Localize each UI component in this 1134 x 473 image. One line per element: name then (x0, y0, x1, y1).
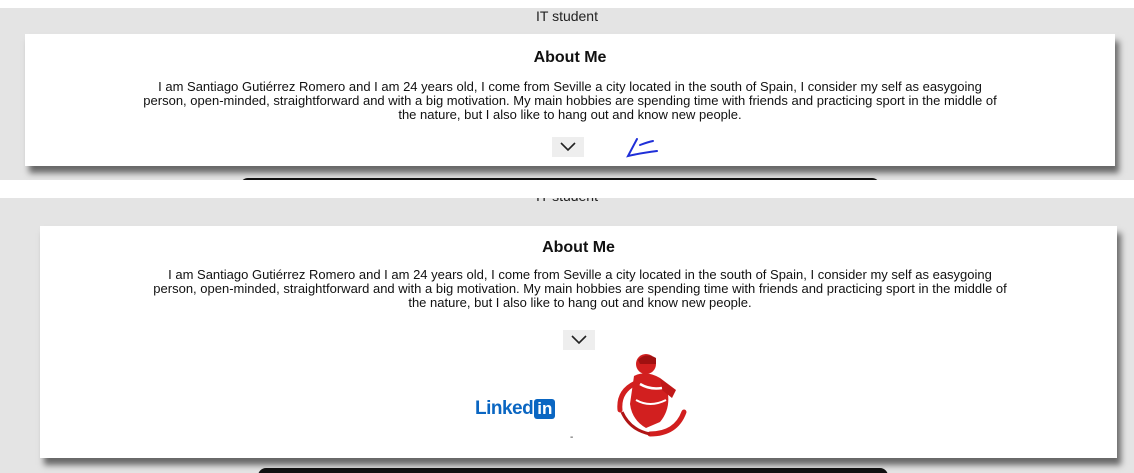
chevron-down-icon (560, 142, 576, 152)
next-section-edge (240, 178, 880, 180)
about-title: About Me (542, 239, 615, 256)
pen-scribble-icon (626, 138, 658, 158)
about-card: About Me I am Santiago Gutiérrez Romero … (40, 226, 1117, 458)
profile-subtitle: IT student (535, 8, 598, 24)
next-section-edge (258, 468, 888, 473)
about-card: About Me I am Santiago Gutiérrez Romero … (25, 34, 1115, 166)
expand-toggle-button[interactable] (552, 137, 584, 157)
red-figure-logo-icon[interactable] (610, 350, 690, 438)
screenshot-expanded: IT student About Me I am Santiago Gutiér… (0, 198, 1134, 473)
about-title: About Me (533, 49, 607, 66)
chevron-down-icon (571, 335, 587, 345)
linkedin-link[interactable]: Linked in (475, 398, 556, 420)
linkedin-logo-word: Linked (475, 398, 534, 419)
profile-subtitle: IT student (0, 198, 1134, 204)
about-text: I am Santiago Gutiérrez Romero and I am … (143, 79, 997, 122)
linkedin-logo-box: in (534, 399, 556, 419)
screenshot-collapsed: IT student About Me I am Santiago Gutiér… (0, 8, 1134, 180)
collapse-toggle-button[interactable] (563, 330, 595, 350)
about-text: I am Santiago Gutiérrez Romero and I am … (153, 267, 1007, 310)
social-separator: - (570, 432, 574, 443)
